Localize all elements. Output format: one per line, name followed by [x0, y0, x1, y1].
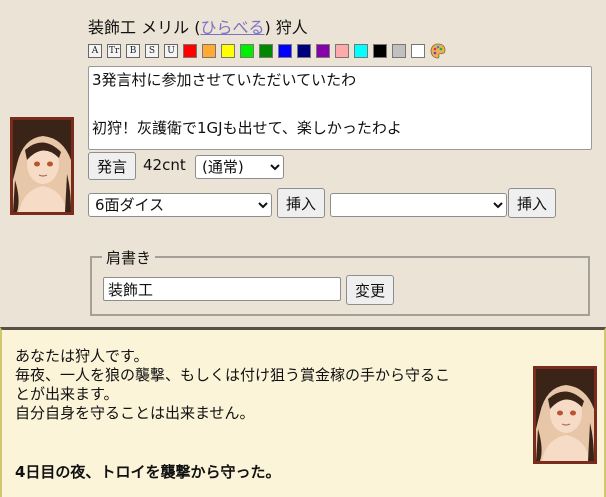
- char-count: 42cnt: [143, 156, 186, 174]
- insert-button[interactable]: 挿入: [508, 188, 556, 218]
- large-text-icon[interactable]: A: [88, 44, 102, 58]
- underline-icon[interactable]: U: [164, 44, 178, 58]
- guard-result: 4日目の夜、トロイを襲撃から守った。: [15, 463, 281, 481]
- speaker-title-line: 装飾工 メリル (ひらべる) 狩人: [88, 18, 308, 37]
- insert-target-select[interactable]: [330, 193, 507, 217]
- color-swatch[interactable]: [278, 44, 292, 58]
- shoulder-title-input[interactable]: [103, 277, 341, 301]
- role-line: 自分自身を守ることは出来ません。: [15, 404, 255, 422]
- player-handle-link[interactable]: ひらべる: [200, 18, 264, 37]
- strikethrough-icon[interactable]: S: [145, 44, 159, 58]
- bold-icon[interactable]: B: [126, 44, 140, 58]
- color-swatch[interactable]: [221, 44, 235, 58]
- shoulder-title-legend: 肩書き: [102, 247, 156, 268]
- small-text-icon[interactable]: Tr: [107, 44, 121, 58]
- role-line: とが出来ます。: [15, 385, 119, 403]
- palette-icon[interactable]: [430, 43, 446, 59]
- color-swatch[interactable]: [316, 44, 330, 58]
- role-description: あなたは狩人です。 毎夜、一人を狼の襲撃、もしくは付け狙う賞金稼の手から守るこ …: [15, 347, 520, 423]
- dice-select[interactable]: 6面ダイス: [88, 193, 272, 217]
- color-swatch[interactable]: [392, 44, 406, 58]
- color-swatch[interactable]: [354, 44, 368, 58]
- speech-mode-select[interactable]: (通常): [195, 155, 284, 179]
- color-swatch[interactable]: [240, 44, 254, 58]
- speaker-title: 装飾工 メリル: [88, 18, 190, 37]
- message-input[interactable]: 3発言村に参加させていただいていたわ 初狩！灰護衛で1GJも出せて、楽しかったわ…: [88, 66, 592, 150]
- insert-dice-button[interactable]: 挿入: [277, 188, 325, 218]
- speak-button[interactable]: 発言: [88, 152, 136, 180]
- color-swatch[interactable]: [411, 44, 425, 58]
- role-line: 毎夜、一人を狼の襲撃、もしくは付け狙う賞金稼の手から守るこ: [15, 366, 451, 384]
- color-swatch[interactable]: [297, 44, 311, 58]
- character-avatar: [10, 117, 74, 215]
- color-swatch[interactable]: [183, 44, 197, 58]
- change-shoulder-button[interactable]: 変更: [346, 275, 394, 305]
- speaker-role: 狩人: [275, 18, 308, 37]
- role-line: あなたは狩人です。: [15, 347, 149, 365]
- color-swatch[interactable]: [335, 44, 349, 58]
- role-avatar: [533, 366, 597, 464]
- format-toolbar: A Tr B S U: [88, 43, 446, 59]
- color-swatch[interactable]: [373, 44, 387, 58]
- color-swatch[interactable]: [202, 44, 216, 58]
- color-swatch[interactable]: [259, 44, 273, 58]
